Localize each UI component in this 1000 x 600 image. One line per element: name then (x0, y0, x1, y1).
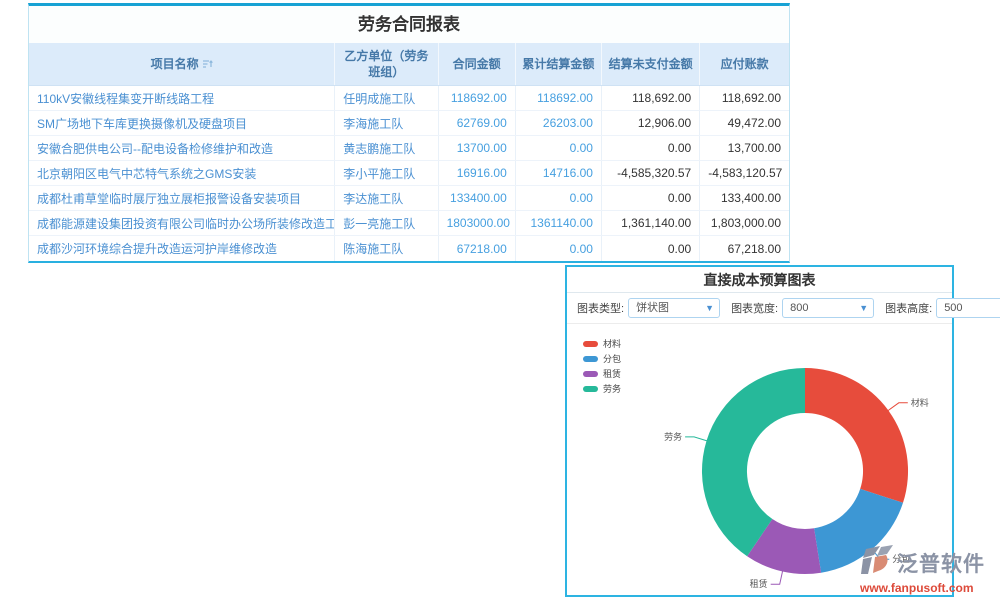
watermark: 泛普软件 www.fanpusoft.com (860, 545, 1000, 595)
payable-amount: 133,400.00 (700, 186, 789, 211)
contract-amount: 133400.00 (438, 186, 515, 211)
slice-leader-line (888, 403, 908, 411)
legend-item[interactable]: 租赁 (583, 366, 621, 381)
settled-amount: 0.00 (515, 236, 601, 261)
contractor-name: 彭一亮施工队 (335, 211, 438, 236)
report-title: 劳务合同报表 (29, 6, 789, 43)
payable-amount: 13,700.00 (700, 136, 789, 161)
legend-swatch (583, 386, 598, 392)
chart-legend: 材料分包租赁劳务 (583, 336, 621, 396)
table-row: 成都沙河环境综合提升改造运河护岸维修改造陈海施工队67218.000.000.0… (29, 236, 789, 261)
payable-amount: -4,583,120.57 (700, 161, 789, 186)
chevron-down-icon: ▼ (705, 299, 714, 317)
chart-type-control: 图表类型: 饼状图 ▼ (577, 298, 720, 318)
unpaid-amount: 0.00 (601, 136, 699, 161)
payable-amount: 67,218.00 (700, 236, 789, 261)
pie-slice-1[interactable] (805, 368, 908, 503)
contractor-name: 任明成施工队 (335, 86, 438, 111)
legend-item[interactable]: 分包 (583, 351, 621, 366)
sort-icon[interactable] (203, 57, 213, 73)
project-name-link[interactable]: SM广场地下车库更换摄像机及硬盘项目 (29, 111, 335, 136)
page: 劳务合同报表 项目名称 乙方单位（劳务班组） 合同金额 累计结算金额 结算未支付… (0, 0, 1000, 600)
legend-label: 分包 (603, 352, 621, 365)
chart-controls-bar: 图表类型: 饼状图 ▼ 图表宽度: 800 ▼ 图表高度: 500 ▼ (567, 293, 952, 324)
chart-height-select[interactable]: 500 ▼ (936, 298, 1000, 318)
chart-type-label: 图表类型: (577, 300, 624, 316)
project-name-link[interactable]: 成都沙河环境综合提升改造运河护岸维修改造 (29, 236, 335, 261)
payable-amount: 49,472.00 (700, 111, 789, 136)
column-header-contract-amount[interactable]: 合同金额 (438, 43, 515, 86)
chart-type-select[interactable]: 饼状图 ▼ (628, 298, 720, 318)
table-row: 安徽合肥供电公司--配电设备检修维护和改造黄志鹏施工队13700.000.000… (29, 136, 789, 161)
watermark-company-name: 泛普软件 (897, 548, 985, 578)
project-name-link[interactable]: 110kV安徽线程集变开断线路工程 (29, 86, 335, 111)
contractor-name: 李海施工队 (335, 111, 438, 136)
chart-height-label: 图表高度: (885, 300, 932, 316)
slice-leader-line (685, 437, 707, 441)
labor-contract-table: 项目名称 乙方单位（劳务班组） 合同金额 累计结算金额 结算未支付金额 应付账款… (29, 43, 789, 261)
legend-item[interactable]: 劳务 (583, 381, 621, 396)
legend-label: 租赁 (603, 367, 621, 380)
chart-width-control: 图表宽度: 800 ▼ (731, 298, 874, 318)
project-name-link[interactable]: 成都能源建设集团投资有限公司临时办公场所装修改造工程EPC (29, 211, 335, 236)
legend-swatch (583, 341, 598, 347)
settled-amount: 0.00 (515, 186, 601, 211)
settled-amount: 118692.00 (515, 86, 601, 111)
project-name-link[interactable]: 安徽合肥供电公司--配电设备检修维护和改造 (29, 136, 335, 161)
unpaid-amount: 0.00 (601, 186, 699, 211)
contract-amount: 16916.00 (438, 161, 515, 186)
project-name-link[interactable]: 成都杜甫草堂临时展厅独立展柜报警设备安装项目 (29, 186, 335, 211)
slice-label: 租赁 (750, 578, 768, 589)
settled-amount: 0.00 (515, 136, 601, 161)
chart-width-select[interactable]: 800 ▼ (782, 298, 874, 318)
contract-amount: 67218.00 (438, 236, 515, 261)
legend-swatch (583, 371, 598, 377)
table-row: SM广场地下车库更换摄像机及硬盘项目李海施工队62769.0026203.001… (29, 111, 789, 136)
payable-amount: 118,692.00 (700, 86, 789, 111)
unpaid-amount: 0.00 (601, 236, 699, 261)
column-header-unpaid-amount[interactable]: 结算未支付金额 (601, 43, 699, 86)
column-header-payable[interactable]: 应付账款 (700, 43, 789, 86)
contract-amount: 13700.00 (438, 136, 515, 161)
contract-amount: 118692.00 (438, 86, 515, 111)
chart-height-control: 图表高度: 500 ▼ (885, 298, 1000, 318)
contract-amount: 1803000.00 (438, 211, 515, 236)
table-row: 110kV安徽线程集变开断线路工程任明成施工队118692.00118692.0… (29, 86, 789, 111)
chart-panel-title: 直接成本预算图表 (567, 267, 952, 293)
legend-label: 劳务 (603, 382, 621, 395)
column-header-project-name[interactable]: 项目名称 (29, 43, 335, 86)
table-row: 成都杜甫草堂临时展厅独立展柜报警设备安装项目李达施工队133400.000.00… (29, 186, 789, 211)
chevron-down-icon: ▼ (859, 299, 868, 317)
slice-label: 劳务 (664, 431, 682, 442)
unpaid-amount: 118,692.00 (601, 86, 699, 111)
payable-amount: 1,803,000.00 (700, 211, 789, 236)
legend-item[interactable]: 材料 (583, 336, 621, 351)
slice-leader-line (771, 571, 783, 585)
unpaid-amount: 1,361,140.00 (601, 211, 699, 236)
legend-swatch (583, 356, 598, 362)
watermark-url[interactable]: www.fanpusoft.com (860, 581, 1000, 595)
chart-width-label: 图表宽度: (731, 300, 778, 316)
settled-amount: 1361140.00 (515, 211, 601, 236)
column-header-contractor[interactable]: 乙方单位（劳务班组） (335, 43, 438, 86)
labor-contract-report-panel: 劳务合同报表 项目名称 乙方单位（劳务班组） 合同金额 累计结算金额 结算未支付… (28, 3, 790, 263)
settled-amount: 26203.00 (515, 111, 601, 136)
contractor-name: 李达施工队 (335, 186, 438, 211)
column-header-settled-amount[interactable]: 累计结算金额 (515, 43, 601, 86)
unpaid-amount: -4,585,320.57 (601, 161, 699, 186)
unpaid-amount: 12,906.00 (601, 111, 699, 136)
legend-label: 材料 (603, 337, 621, 350)
contractor-name: 李小平施工队 (335, 161, 438, 186)
settled-amount: 14716.00 (515, 161, 601, 186)
contract-amount: 62769.00 (438, 111, 515, 136)
contractor-name: 黄志鹏施工队 (335, 136, 438, 161)
table-row: 北京朝阳区电气中芯特气系统之GMS安装李小平施工队16916.0014716.0… (29, 161, 789, 186)
fanpu-logo-icon (860, 545, 894, 580)
table-row: 成都能源建设集团投资有限公司临时办公场所装修改造工程EPC彭一亮施工队18030… (29, 211, 789, 236)
table-header-row: 项目名称 乙方单位（劳务班组） 合同金额 累计结算金额 结算未支付金额 应付账款 (29, 43, 789, 86)
project-name-link[interactable]: 北京朝阳区电气中芯特气系统之GMS安装 (29, 161, 335, 186)
contractor-name: 陈海施工队 (335, 236, 438, 261)
slice-label: 材料 (911, 397, 929, 408)
